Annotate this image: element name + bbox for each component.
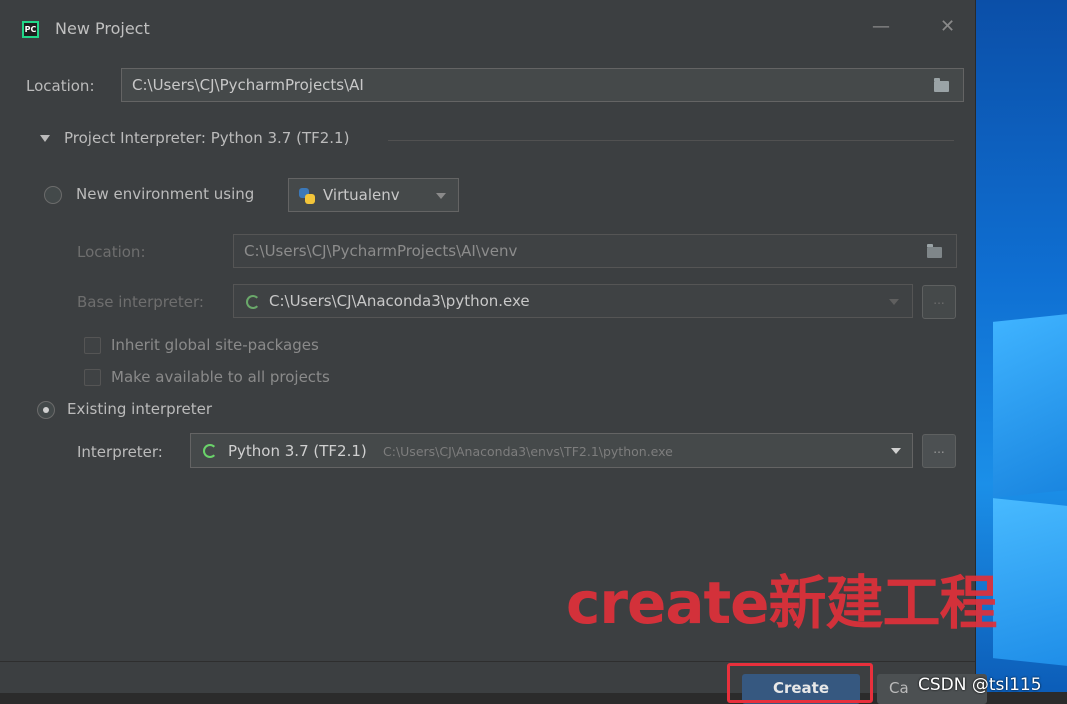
environment-tool-select[interactable]: Virtualenv [288, 178, 459, 212]
folder-icon[interactable] [934, 78, 949, 92]
watermark: CSDN @tsl115 [918, 675, 1042, 695]
windows-logo-pane [993, 314, 1067, 498]
base-interpreter-browse-button[interactable]: ... [922, 285, 956, 319]
interpreter-path: C:\Users\CJ\Anaconda3\envs\TF2.1\python.… [383, 444, 673, 459]
venv-location-label: Location: [77, 243, 146, 261]
close-button[interactable]: ✕ [940, 16, 955, 37]
minimize-button[interactable]: — [872, 16, 890, 37]
existing-interpreter-label: Existing interpreter [67, 400, 212, 418]
chevron-down-icon [891, 448, 901, 454]
venv-location-value: C:\Users\CJ\PycharmProjects\AI\venv [244, 242, 518, 260]
location-input[interactable]: C:\Users\CJ\PycharmProjects\AI [121, 68, 964, 102]
base-interpreter-select[interactable]: C:\Users\CJ\Anaconda3\python.exe [233, 284, 913, 318]
existing-interpreter-radio[interactable] [37, 401, 55, 419]
folder-icon[interactable] [927, 244, 942, 258]
annotation-text: create新建工程 [566, 569, 998, 637]
base-interpreter-label: Base interpreter: [77, 293, 204, 311]
environment-tool-value: Virtualenv [323, 186, 400, 204]
pycharm-icon: PC [22, 21, 39, 38]
interpreter-label: Interpreter: [77, 443, 163, 461]
create-highlight-box [727, 663, 873, 703]
python-icon [298, 187, 316, 205]
interpreter-status-icon [246, 295, 260, 309]
section-divider [388, 140, 954, 141]
new-environment-radio[interactable] [44, 186, 62, 204]
collapse-triangle-icon[interactable] [40, 135, 50, 142]
interpreter-select[interactable]: Python 3.7 (TF2.1) C:\Users\CJ\Anaconda3… [190, 433, 913, 468]
chevron-down-icon [889, 299, 899, 305]
venv-location-input[interactable]: C:\Users\CJ\PycharmProjects\AI\venv [233, 234, 957, 268]
new-environment-label: New environment using [76, 185, 255, 203]
chevron-down-icon [436, 193, 446, 199]
interpreter-status-icon [203, 444, 217, 458]
windows-logo-pane [993, 498, 1067, 666]
location-value: C:\Users\CJ\PycharmProjects\AI [132, 76, 364, 94]
inherit-packages-checkbox[interactable] [84, 337, 101, 354]
title-bar: PC New Project — ✕ [0, 0, 975, 60]
interpreter-browse-button[interactable]: ... [922, 434, 956, 468]
make-available-checkbox[interactable] [84, 369, 101, 386]
interpreter-name: Python 3.7 (TF2.1) [228, 442, 367, 460]
interpreter-section-title[interactable]: Project Interpreter: Python 3.7 (TF2.1) [64, 129, 349, 147]
base-interpreter-value: C:\Users\CJ\Anaconda3\python.exe [269, 292, 530, 310]
inherit-packages-label: Inherit global site-packages [111, 336, 319, 354]
make-available-label: Make available to all projects [111, 368, 330, 386]
window-title: New Project [55, 19, 150, 38]
location-label: Location: [26, 77, 95, 95]
